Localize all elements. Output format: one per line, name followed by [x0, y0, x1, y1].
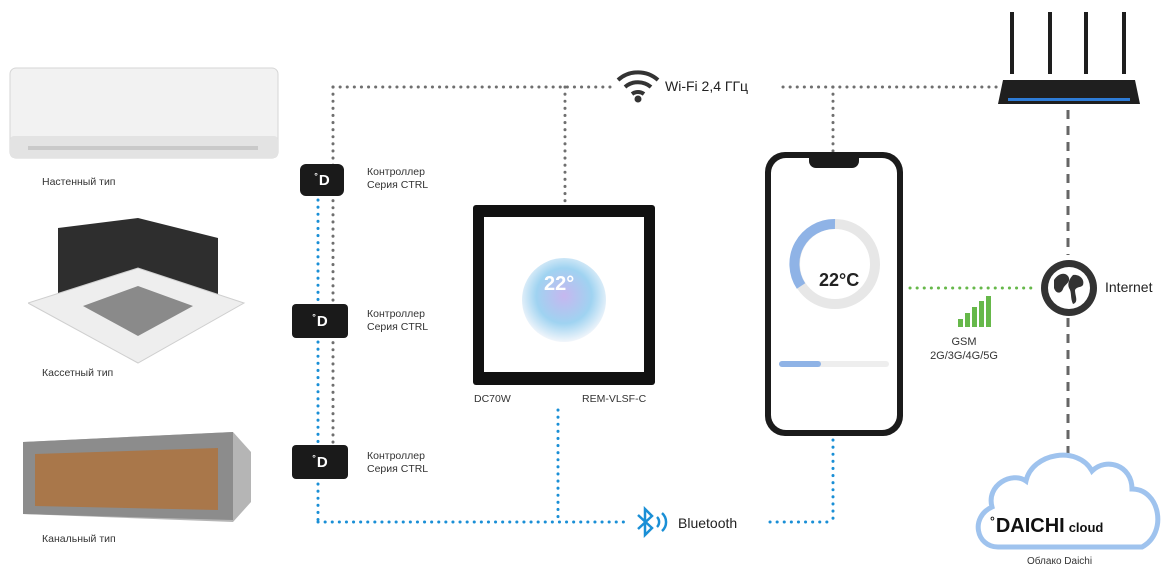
controller-1: ° D: [300, 164, 344, 196]
phone-temp: 22°C: [819, 270, 860, 290]
bluetooth-label: Bluetooth: [675, 515, 741, 531]
wall-unit-label: Настенный тип: [42, 176, 116, 188]
bluetooth-icon: [637, 506, 668, 538]
wall-unit-image: [9, 67, 279, 159]
phone-screen: 22°C: [771, 158, 897, 430]
cloud-logo: °DAICHI cloud: [990, 514, 1104, 537]
router-image: [998, 12, 1140, 104]
globe-icon: [1041, 260, 1097, 316]
phone-slider: [779, 361, 889, 367]
wall-panel: 22°: [473, 205, 655, 385]
controller-3-label: Контроллер Серия CTRL: [367, 450, 429, 475]
phone: 22°C: [765, 152, 903, 436]
cassette-unit-label: Кассетный тип: [42, 367, 114, 379]
controller-3: ° D: [292, 445, 348, 479]
duct-unit-label: Канальный тип: [42, 533, 116, 545]
wifi-label: Wi-Fi 2,4 ГГц: [662, 78, 752, 94]
controller-2-label: Контроллер Серия CTRL: [367, 308, 429, 333]
panel-screen: 22°: [484, 217, 644, 372]
panel-model-left: DC70W: [474, 393, 511, 405]
signal-bars-icon: [958, 296, 991, 327]
phone-notch: [809, 158, 859, 168]
panel-dial: [522, 258, 606, 342]
cloud-image: [975, 452, 1161, 550]
gsm-label: GSM 2G/3G/4G/5G: [930, 336, 998, 362]
panel-model-right: REM-VLSF-C: [582, 393, 647, 405]
controller-1-label: Контроллер Серия CTRL: [367, 166, 429, 191]
wifi-icon: [616, 70, 660, 103]
duct-unit-image: [23, 432, 251, 522]
cloud-caption: Облако Daichi: [1027, 556, 1093, 567]
phone-dial: [789, 218, 880, 309]
cassette-unit-image: [28, 218, 246, 364]
panel-temp: 22°: [544, 273, 575, 295]
internet-label: Internet: [1105, 279, 1153, 295]
controller-2: ° D: [292, 304, 348, 338]
